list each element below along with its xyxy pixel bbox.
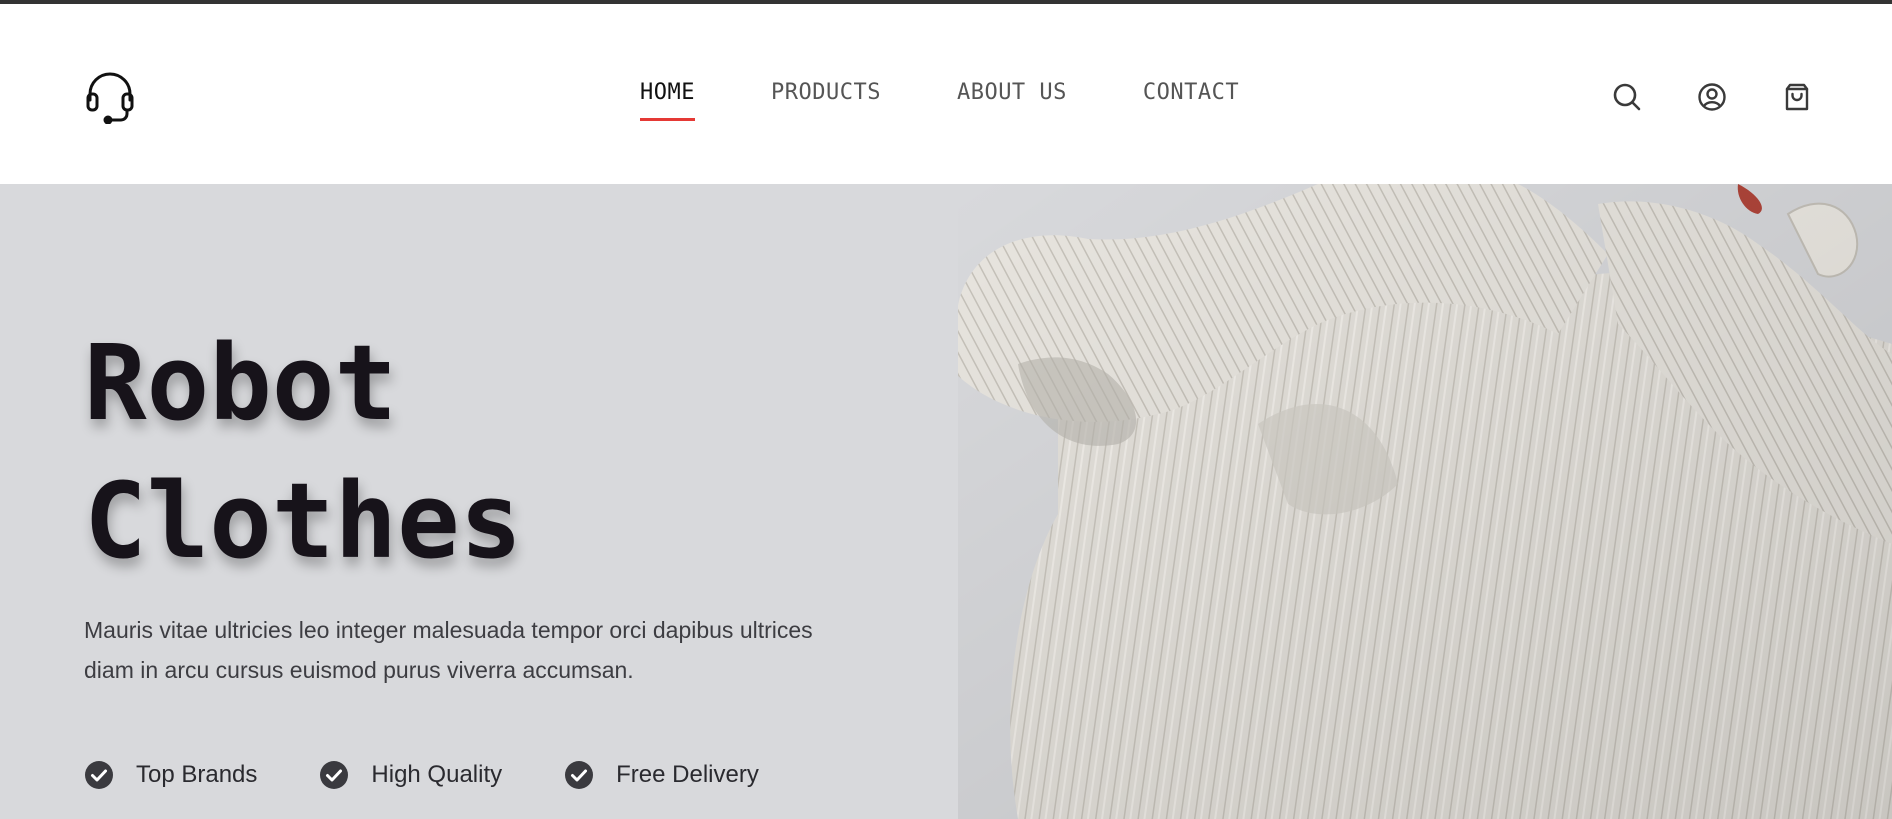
shopping-bag-icon: [1785, 83, 1809, 111]
search-button[interactable]: [1610, 80, 1644, 114]
feature-label: Free Delivery: [616, 761, 759, 788]
feature-item: Free Delivery: [564, 760, 759, 790]
nav-home[interactable]: HOME: [640, 80, 695, 121]
sweater-photo: [958, 184, 1892, 819]
main-nav: HOME PRODUCTS ABOUT US CONTACT: [640, 80, 1315, 121]
feature-list: Top Brands High Quality Free Delivery: [84, 760, 821, 790]
hero-title-line-2: Clothes: [84, 460, 523, 582]
site-header: HOME PRODUCTS ABOUT US CONTACT: [0, 4, 1892, 184]
search-icon: [1613, 83, 1641, 111]
hero-title: Robot Clothes: [84, 314, 522, 590]
check-circle-icon: [320, 761, 349, 789]
feature-label: Top Brands: [136, 761, 258, 788]
account-button[interactable]: [1695, 80, 1729, 114]
header-actions: [1610, 80, 1865, 114]
cart-button[interactable]: [1780, 80, 1814, 114]
hero-description: Mauris vitae ultricies leo integer males…: [84, 617, 813, 683]
check-circle-icon: [85, 761, 113, 789]
nav-about-us[interactable]: ABOUT US: [957, 80, 1067, 120]
feature-item: High Quality: [319, 760, 502, 790]
user-circle-icon: [1698, 83, 1726, 111]
hero-title-line-1: Robot: [84, 322, 398, 444]
feature-item: Top Brands: [84, 760, 257, 790]
hero-image: [958, 184, 1892, 819]
check-circle-icon: [565, 761, 594, 789]
nav-products[interactable]: PRODUCTS: [771, 80, 881, 120]
nav-contact[interactable]: CONTACT: [1143, 80, 1239, 120]
feature-label: High Quality: [371, 761, 503, 788]
hero-section: Robot Clothes Mauris vitae ultricies leo…: [0, 184, 1892, 819]
logo-link[interactable]: [84, 68, 136, 124]
headset-icon: [86, 72, 134, 124]
